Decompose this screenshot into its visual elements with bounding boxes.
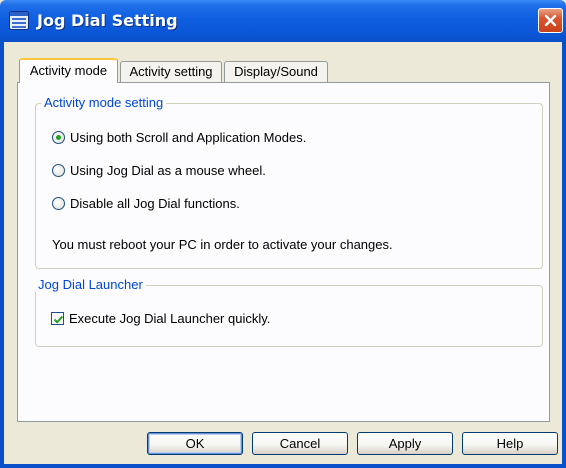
activity-mode-group-legend: Activity mode setting — [41, 95, 167, 110]
launcher-group-legend: Jog Dial Launcher — [35, 277, 146, 292]
tab-panel: Activity mode setting Using both Scroll … — [17, 82, 550, 422]
checkmark-icon — [53, 315, 64, 324]
radio-label: Disable all Jog Dial functions. — [70, 196, 240, 211]
checkbox-option-launcher[interactable]: Execute Jog Dial Launcher quickly. — [51, 311, 270, 327]
radio-label: Using both Scroll and Application Modes. — [70, 130, 307, 145]
cancel-button[interactable]: Cancel — [252, 432, 348, 455]
tab-activity-mode[interactable]: Activity mode — [19, 58, 118, 83]
checkbox[interactable] — [51, 312, 64, 325]
radio-option-disable-all[interactable]: Disable all Jog Dial functions. — [52, 196, 240, 212]
app-window-icon — [9, 11, 29, 30]
radio-button[interactable] — [52, 131, 65, 144]
radio-button[interactable] — [52, 164, 65, 177]
apply-button[interactable]: Apply — [357, 432, 453, 455]
window-frame-right — [562, 42, 566, 468]
activity-mode-group: Activity mode setting Using both Scroll … — [35, 95, 543, 269]
tab-activity-setting[interactable]: Activity setting — [120, 61, 222, 82]
title-bar[interactable]: Jog Dial Setting — [0, 0, 566, 42]
window-frame-left — [0, 42, 4, 468]
radio-selected-dot — [56, 135, 61, 140]
checkbox-label: Execute Jog Dial Launcher quickly. — [69, 311, 271, 326]
window-title: Jog Dial Setting — [37, 11, 178, 30]
tab-display-sound[interactable]: Display/Sound — [224, 61, 328, 82]
close-icon — [544, 14, 557, 27]
launcher-group: Jog Dial Launcher Execute Jog Dial Launc… — [35, 277, 543, 347]
dialog-window: Jog Dial Setting Activity mode Activity … — [0, 0, 566, 468]
close-button[interactable] — [538, 8, 563, 33]
reboot-note: You must reboot your PC in order to acti… — [52, 237, 393, 252]
help-button[interactable]: Help — [462, 432, 558, 455]
radio-button[interactable] — [52, 197, 65, 210]
radio-option-mouse-wheel[interactable]: Using Jog Dial as a mouse wheel. — [52, 163, 266, 179]
radio-option-scroll-and-app[interactable]: Using both Scroll and Application Modes. — [52, 130, 306, 146]
radio-label: Using Jog Dial as a mouse wheel. — [70, 163, 266, 178]
window-frame-bottom — [0, 464, 566, 468]
ok-button[interactable]: OK — [147, 432, 243, 455]
